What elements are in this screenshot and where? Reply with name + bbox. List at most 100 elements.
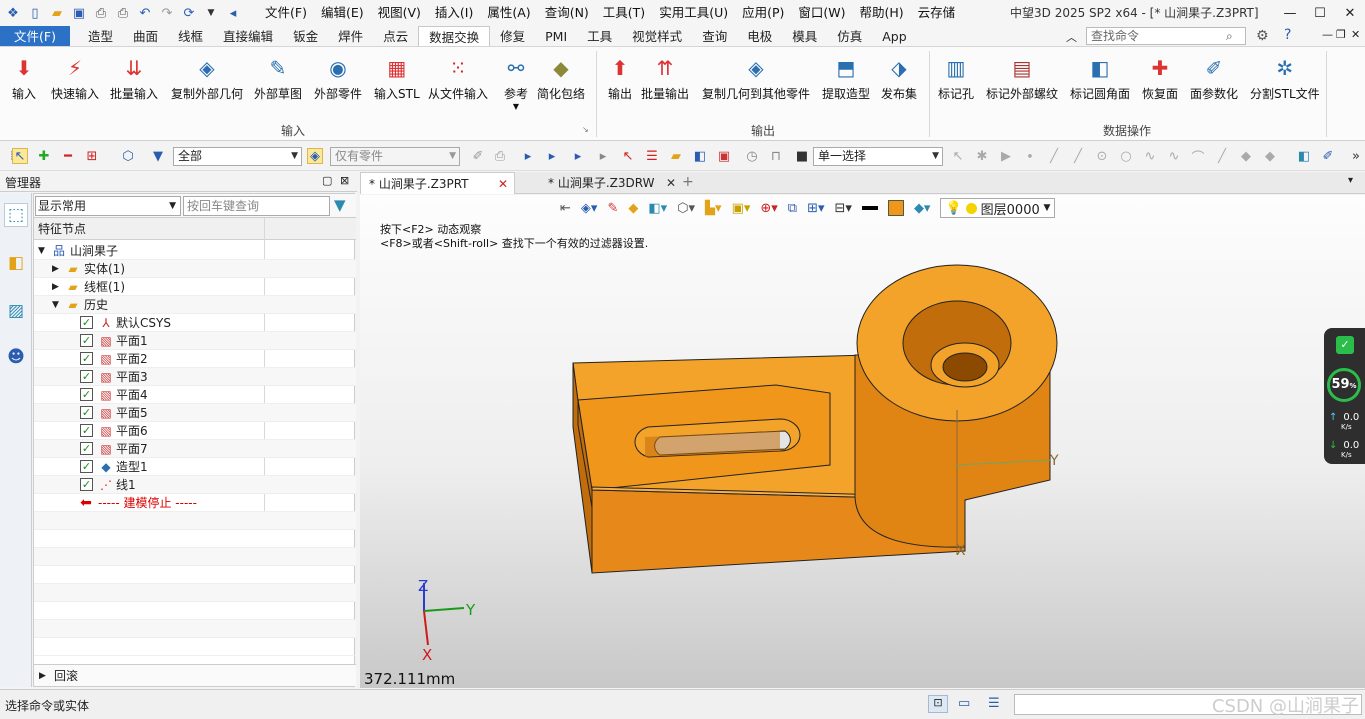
- batch-export-button[interactable]: ⇈ 批量输出: [641, 51, 689, 102]
- close-icon[interactable]: ✕: [666, 172, 676, 194]
- export-button[interactable]: ⬆ 输出: [604, 51, 636, 102]
- list-icon[interactable]: ☰: [644, 148, 660, 164]
- tab-tools[interactable]: 工具: [577, 26, 622, 46]
- image-icon[interactable]: ▣: [716, 148, 732, 164]
- funnel-filter-icon[interactable]: ▼: [334, 196, 346, 214]
- filter-icon[interactable]: ▼: [150, 148, 166, 164]
- tab-surface[interactable]: 曲面: [123, 26, 168, 46]
- view-manager-icon[interactable]: ▨: [4, 299, 28, 323]
- panel-pin-icon[interactable]: ▢: [322, 174, 332, 187]
- history-manager-icon[interactable]: ⬚: [4, 203, 28, 227]
- view-cube-icon[interactable]: ◧: [1296, 148, 1312, 164]
- menu-inquire[interactable]: 查询(N): [538, 0, 596, 26]
- menu-apps[interactable]: 应用(P): [735, 0, 791, 26]
- qat-dropdown-icon[interactable]: ▼: [202, 4, 220, 22]
- menu-cloud[interactable]: 云存储: [911, 0, 963, 26]
- tree-row-wireframe[interactable]: ▶ ▰ 线框(1): [34, 278, 356, 296]
- chevron-right-icon[interactable]: ▶: [52, 260, 59, 278]
- tab-simulation[interactable]: 仿真: [827, 26, 872, 46]
- snap-circle-icon[interactable]: ○: [1118, 148, 1134, 164]
- face-parameterize-button[interactable]: ✐ 面参数化: [1190, 51, 1238, 102]
- visibility-checkbox[interactable]: ✓: [80, 352, 93, 365]
- tree-row-plane3[interactable]: ✓ ▧ 平面3: [34, 368, 356, 386]
- open-folder-icon[interactable]: ▰: [48, 4, 66, 22]
- command-search-input[interactable]: 查找命令: [1086, 27, 1246, 45]
- menu-insert[interactable]: 插入(I): [428, 0, 480, 26]
- restore-face-button[interactable]: ✚ 恢复面: [1142, 51, 1178, 102]
- cursor-icon[interactable]: ↖: [620, 148, 636, 164]
- visibility-checkbox[interactable]: ✓: [80, 370, 93, 383]
- select-arrow-icon[interactable]: ↖: [12, 148, 28, 164]
- import-from-file-button[interactable]: ⁙ 从文件输入: [428, 51, 488, 102]
- batch-import-button[interactable]: ⇊ 批量输入: [110, 51, 158, 102]
- add-icon[interactable]: ✚: [36, 148, 52, 164]
- rollback-section[interactable]: ▶ 回滚: [34, 664, 356, 686]
- import-stl-button[interactable]: ▦ 输入STL: [374, 51, 420, 102]
- snap-plane-icon[interactable]: ◆: [1262, 148, 1278, 164]
- mark-hole-button[interactable]: ▥ 标记孔: [938, 51, 974, 102]
- tab-inquire[interactable]: 查询: [692, 26, 737, 46]
- close-icon[interactable]: ✕: [498, 173, 508, 195]
- chevron-right-icon[interactable]: ▶: [39, 665, 46, 687]
- tab-list-icon[interactable]: ▾: [1348, 175, 1353, 186]
- extract-shape-button[interactable]: ⬒ 提取造型: [822, 51, 870, 102]
- visibility-checkbox[interactable]: ✓: [80, 334, 93, 347]
- print-icon[interactable]: ⎙: [92, 4, 110, 22]
- tab-direct-edit[interactable]: 直接编辑: [213, 26, 283, 46]
- simplify-wrap-button[interactable]: ◆ 简化包络: [537, 51, 585, 102]
- snap-tangent-icon[interactable]: ╱: [1214, 148, 1230, 164]
- quick-import-button[interactable]: ⚡ 快速输入: [51, 51, 99, 102]
- settings-tool-icon[interactable]: ✐: [1320, 148, 1336, 164]
- tree-row-plane6[interactable]: ✓ ▧ 平面6: [34, 422, 356, 440]
- publish-set-button[interactable]: ⬗ 发布集: [881, 51, 917, 102]
- tree-row-plane2[interactable]: ✓ ▧ 平面2: [34, 350, 356, 368]
- stop-square-icon[interactable]: ■: [794, 148, 810, 164]
- chevron-right-icon[interactable]: ▶: [52, 278, 59, 296]
- external-part-button[interactable]: ◉ 外部零件: [314, 51, 362, 102]
- pick-next-icon[interactable]: ▸: [544, 148, 560, 164]
- menu-window[interactable]: 窗口(W): [791, 0, 852, 26]
- play-icon[interactable]: ▶: [998, 148, 1014, 164]
- display-filter-select[interactable]: 显示常用 ▼: [35, 196, 181, 216]
- tree-row-line1[interactable]: ✓ ⋰ 线1: [34, 476, 356, 494]
- new-tab-icon[interactable]: +: [682, 174, 694, 190]
- visibility-checkbox[interactable]: ✓: [80, 388, 93, 401]
- tab-app[interactable]: App: [872, 26, 916, 46]
- user-manager-icon[interactable]: ☻: [4, 345, 28, 369]
- refresh-icon[interactable]: ⟳: [180, 4, 198, 22]
- print-preview-icon[interactable]: ⎙: [114, 4, 132, 22]
- app-logo-icon[interactable]: ❖: [4, 4, 22, 22]
- tree-row-root[interactable]: ▼ 品 山涧果子: [34, 242, 356, 260]
- menu-file[interactable]: 文件(F): [258, 0, 314, 26]
- tab-file[interactable]: 文件(F): [0, 26, 70, 46]
- clock-icon[interactable]: ◷: [744, 148, 760, 164]
- tab-modeling[interactable]: 造型: [78, 26, 123, 46]
- snap-face-icon[interactable]: ◆: [1238, 148, 1254, 164]
- tree-row-plane7[interactable]: ✓ ▧ 平面7: [34, 440, 356, 458]
- tab-weldment[interactable]: 焊件: [328, 26, 373, 46]
- parts-filter-icon[interactable]: ◈: [307, 148, 323, 164]
- pick-face-icon[interactable]: ▸: [570, 148, 586, 164]
- polygon-select-icon[interactable]: ⬡: [120, 148, 136, 164]
- tree-row-csys[interactable]: ✓ ⅄ 默认CSYS: [34, 314, 356, 332]
- tab-wireframe[interactable]: 线框: [168, 26, 213, 46]
- snap-vertex-icon[interactable]: ✱: [974, 148, 990, 164]
- chevron-down-icon[interactable]: ▼: [52, 296, 59, 314]
- maximize-icon[interactable]: ☐: [1305, 0, 1335, 26]
- tab-repair[interactable]: 修复: [490, 26, 535, 46]
- redo-icon[interactable]: ↷: [158, 4, 176, 22]
- pick-edge-icon[interactable]: ▸: [595, 148, 611, 164]
- tree-row-plane5[interactable]: ✓ ▧ 平面5: [34, 404, 356, 422]
- toolbar-overflow-icon[interactable]: »: [1348, 148, 1364, 164]
- snap-midpoint-icon[interactable]: ╱: [1070, 148, 1086, 164]
- assembly-manager-icon[interactable]: ◧: [4, 251, 28, 275]
- status-list-icon[interactable]: ☰: [988, 696, 1000, 711]
- undo-icon[interactable]: ↶: [136, 4, 154, 22]
- tab-pmi[interactable]: PMI: [535, 26, 577, 46]
- menu-help[interactable]: 帮助(H): [853, 0, 911, 26]
- search-icon[interactable]: ⌕: [1226, 29, 1233, 44]
- visibility-checkbox[interactable]: ✓: [80, 442, 93, 455]
- folder-pick-icon[interactable]: ▰: [668, 148, 684, 164]
- tab-visual-style[interactable]: 视觉样式: [622, 26, 692, 46]
- new-file-icon[interactable]: ▯: [26, 4, 44, 22]
